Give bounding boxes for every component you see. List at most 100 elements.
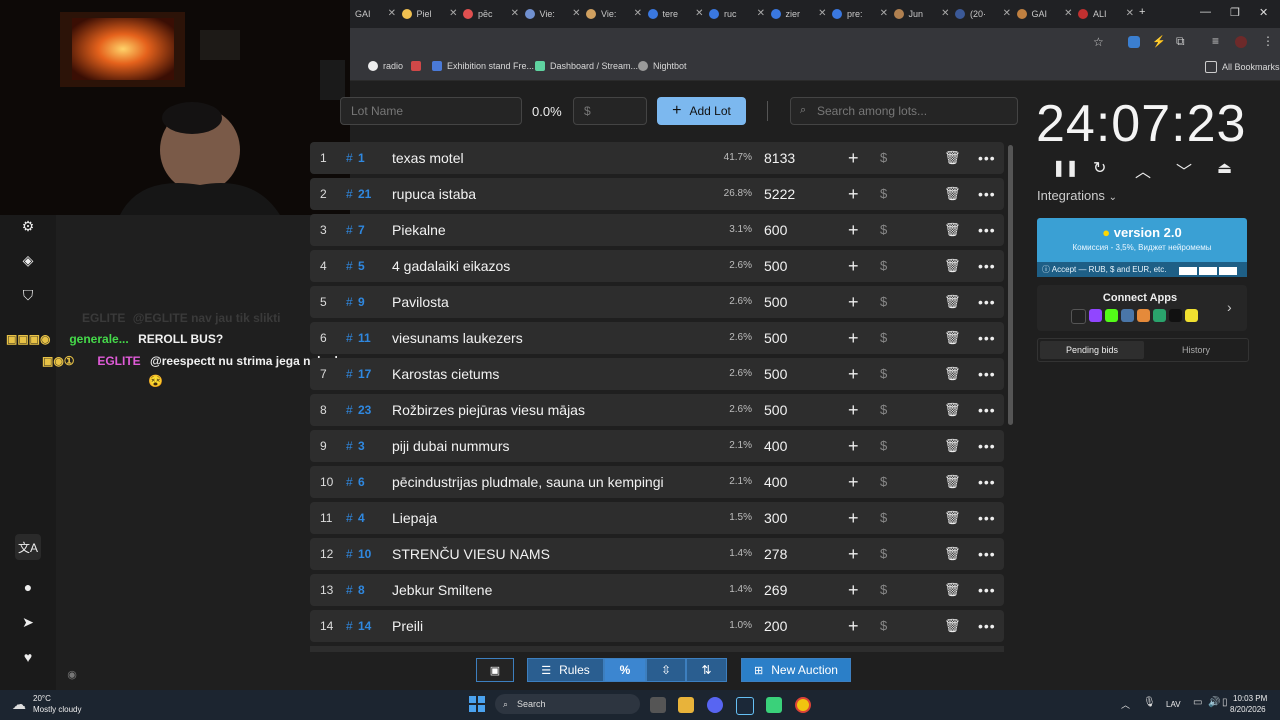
- trash-icon[interactable]: 🗑: [944, 466, 961, 498]
- browser-tab[interactable]: (20· ✕: [955, 4, 1011, 24]
- plus-icon[interactable]: +: [848, 430, 859, 462]
- lot-name[interactable]: viesunams laukezers: [392, 322, 523, 354]
- close-tab-icon[interactable]: ✕: [388, 8, 396, 19]
- lot-name[interactable]: piji dubai nummurs: [392, 430, 510, 462]
- close-tab-icon[interactable]: ✕: [1064, 8, 1072, 19]
- browser-tab[interactable]: tere ✕: [647, 4, 704, 24]
- app-icon[interactable]: [766, 697, 782, 713]
- tab-pending-bids[interactable]: Pending bids: [1040, 341, 1144, 359]
- language-indicator[interactable]: LAV: [1166, 700, 1181, 709]
- pause-icon[interactable]: ❚❚: [1052, 158, 1079, 178]
- trash-icon[interactable]: 🗑: [944, 610, 961, 642]
- task-view-icon[interactable]: [650, 697, 666, 713]
- dollar-icon[interactable]: $: [880, 466, 887, 498]
- plus-icon[interactable]: +: [848, 358, 859, 390]
- more-options-icon[interactable]: •••: [978, 178, 996, 210]
- more-options-icon[interactable]: •••: [978, 538, 996, 570]
- more-options-icon[interactable]: •••: [978, 358, 996, 390]
- trash-icon[interactable]: 🗑: [944, 250, 961, 282]
- trash-icon[interactable]: 🗑: [944, 430, 961, 462]
- browser-tab[interactable]: ALI ✕: [1078, 4, 1134, 24]
- plus-icon[interactable]: +: [848, 142, 859, 174]
- close-tab-icon[interactable]: ✕: [634, 8, 642, 19]
- plus-icon[interactable]: +: [848, 286, 859, 318]
- close-tab-icon[interactable]: ✕: [818, 8, 826, 19]
- close-window-button[interactable]: ✕: [1259, 6, 1268, 19]
- dollar-icon[interactable]: $: [880, 178, 887, 210]
- lot-name[interactable]: pēcindustrijas pludmale, sauna un kempin…: [392, 466, 664, 498]
- trash-icon[interactable]: 🗑: [944, 214, 961, 246]
- lot-name[interactable]: Pavilosta: [392, 286, 449, 318]
- dollar-icon[interactable]: $: [880, 574, 887, 606]
- dollar-icon[interactable]: $: [880, 142, 887, 174]
- bookmark-unknown[interactable]: [411, 61, 426, 71]
- plus-icon[interactable]: +: [848, 538, 859, 570]
- percent-toggle[interactable]: %: [604, 658, 646, 682]
- github-icon[interactable]: ●: [18, 577, 38, 597]
- sort-toggle[interactable]: ⇅: [686, 658, 727, 682]
- plus-icon[interactable]: +: [848, 394, 859, 426]
- lot-name[interactable]: texas motel: [392, 142, 464, 174]
- extension-icon[interactable]: [1128, 36, 1140, 48]
- plus-icon[interactable]: +: [848, 214, 859, 246]
- file-explorer-icon[interactable]: [678, 697, 694, 713]
- lot-name-input[interactable]: Lot Name: [340, 97, 522, 125]
- puzzle-icon[interactable]: ⧉: [1176, 34, 1185, 49]
- lot-name[interactable]: STRENČU VIESU NAMS: [392, 538, 550, 570]
- trash-icon[interactable]: 🗑: [944, 142, 961, 174]
- dollar-icon[interactable]: $: [880, 610, 887, 642]
- discord-icon[interactable]: [707, 697, 723, 713]
- avatar[interactable]: [1235, 36, 1247, 48]
- translate-icon[interactable]: 文A: [15, 534, 41, 560]
- dollar-icon[interactable]: $: [880, 250, 887, 282]
- more-options-icon[interactable]: •••: [978, 250, 996, 282]
- trash-icon[interactable]: 🗑: [944, 538, 961, 570]
- browser-tab[interactable]: Piel ✕: [401, 4, 458, 24]
- plus-icon[interactable]: +: [848, 178, 859, 210]
- lot-amount[interactable]: 278: [764, 538, 787, 570]
- dollar-icon[interactable]: $: [880, 538, 887, 570]
- close-tab-icon[interactable]: ✕: [1003, 8, 1011, 19]
- trash-icon[interactable]: 🗑: [944, 322, 961, 354]
- lot-amount[interactable]: 500: [764, 394, 787, 426]
- chevron-up-icon[interactable]: ︿: [1121, 698, 1130, 711]
- steam-icon[interactable]: [736, 697, 754, 715]
- lot-name[interactable]: rupuca istaba: [392, 178, 476, 210]
- star-icon[interactable]: ☆: [1093, 35, 1104, 49]
- plus-icon[interactable]: +: [848, 610, 859, 642]
- taskbar-search[interactable]: ⌕ Search: [495, 694, 640, 714]
- all-bookmarks[interactable]: All Bookmarks: [1205, 61, 1280, 73]
- lot-amount[interactable]: 200: [764, 610, 787, 642]
- menu-list-icon[interactable]: ≡: [1212, 34, 1219, 48]
- maximize-button[interactable]: ❐: [1230, 6, 1240, 19]
- lot-amount[interactable]: 500: [764, 250, 787, 282]
- integrations-toggle[interactable]: Integrations ⌄: [1037, 188, 1117, 203]
- lot-amount[interactable]: 5222: [764, 178, 795, 210]
- kebab-menu-icon[interactable]: ⋮: [1262, 34, 1274, 48]
- bookmark-dashboard[interactable]: Dashboard / Stream...: [535, 61, 638, 71]
- plus-icon[interactable]: +: [848, 466, 859, 498]
- more-options-icon[interactable]: •••: [978, 610, 996, 642]
- browser-tab[interactable]: Jun ✕: [893, 4, 950, 24]
- bookmark-nightbot[interactable]: Nightbot: [638, 61, 687, 71]
- settings-icon[interactable]: ⚙: [18, 216, 38, 236]
- lot-amount[interactable]: 8133: [764, 142, 795, 174]
- windows-start-icon[interactable]: [469, 696, 485, 712]
- dollar-icon[interactable]: $: [880, 286, 887, 318]
- lot-name[interactable]: Jebkur Smiltene: [392, 574, 492, 606]
- battery-icon[interactable]: ▯: [1222, 697, 1228, 708]
- lot-amount[interactable]: 400: [764, 430, 787, 462]
- dollar-icon[interactable]: $: [880, 502, 887, 534]
- more-options-icon[interactable]: •••: [978, 142, 996, 174]
- lot-amount[interactable]: 500: [764, 322, 787, 354]
- double-chevron-up-icon[interactable]: ⏏: [1217, 158, 1232, 178]
- bookmark-radio[interactable]: radio: [368, 61, 403, 71]
- new-auction-button[interactable]: ⊞ New Auction: [741, 658, 851, 682]
- plus-icon[interactable]: +: [848, 250, 859, 282]
- add-lot-button[interactable]: + Add Lot: [657, 97, 746, 125]
- browser-tab[interactable]: zier ✕: [770, 4, 827, 24]
- dollar-icon[interactable]: $: [880, 322, 887, 354]
- extension-icon[interactable]: ⚡: [1152, 35, 1166, 48]
- scrollbar[interactable]: [1008, 145, 1013, 425]
- tab-history[interactable]: History: [1144, 341, 1248, 359]
